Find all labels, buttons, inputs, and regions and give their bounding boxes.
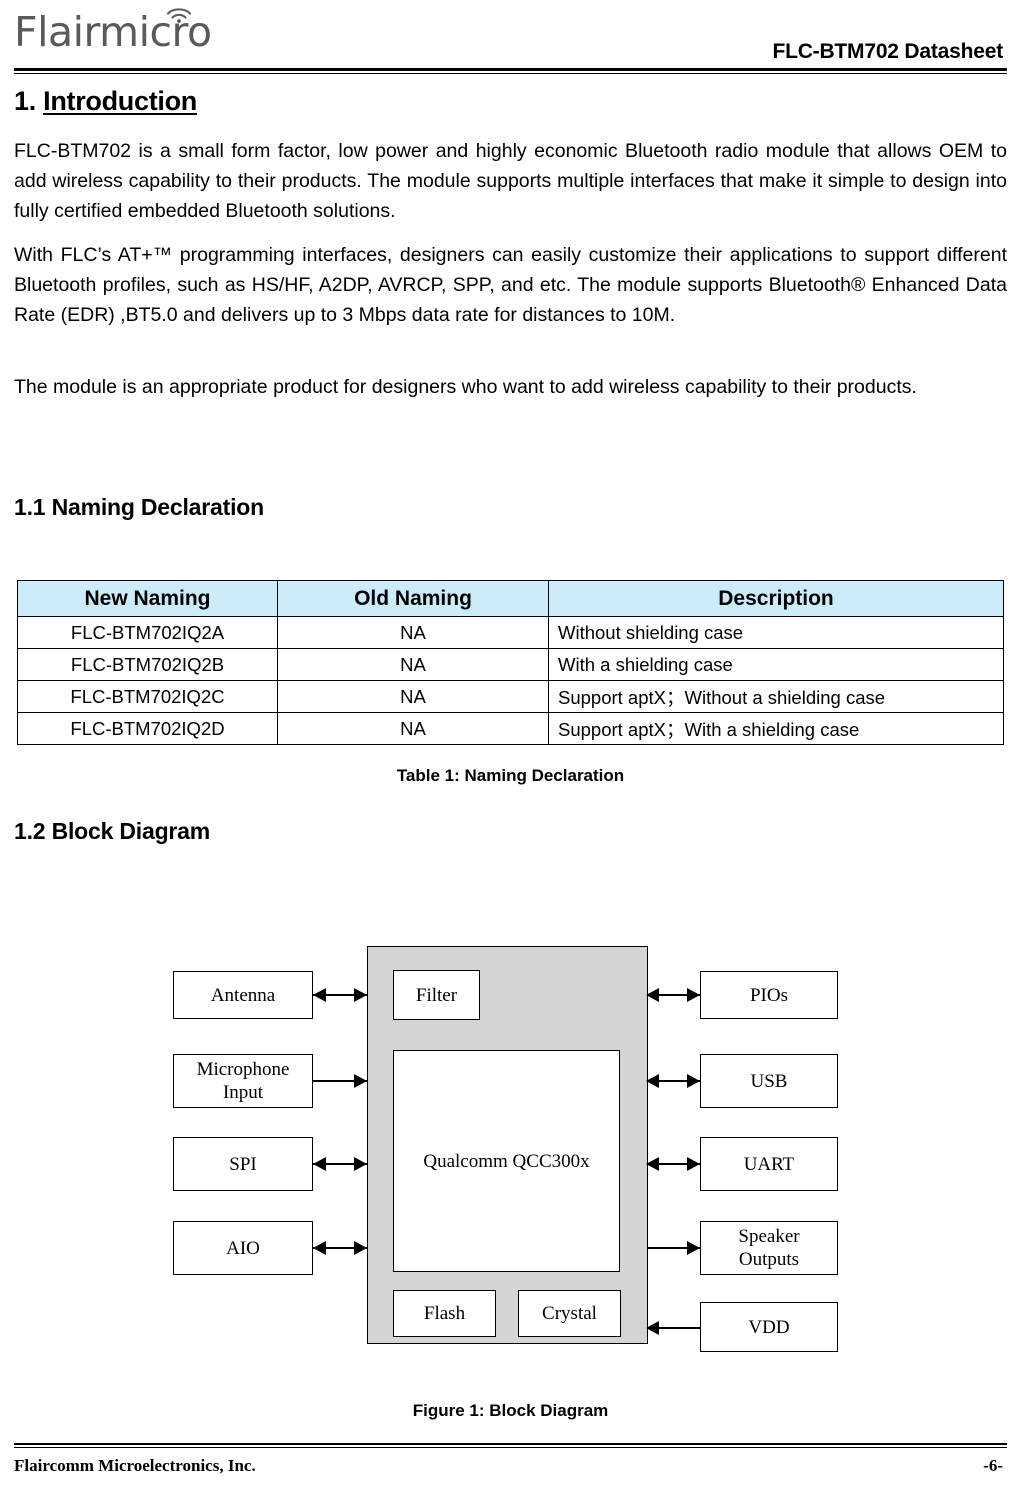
table-header-row: New Naming Old Naming Description xyxy=(17,580,1004,617)
column-header-old-naming: Old Naming xyxy=(277,580,549,617)
block-spi: SPI xyxy=(173,1137,313,1191)
footer-divider xyxy=(14,1443,1007,1448)
cell-new-naming: FLC-BTM702IQ2D xyxy=(17,712,278,745)
page-number: -6- xyxy=(983,1456,1003,1475)
arrow-antenna-right xyxy=(354,988,367,1002)
page-header: Flairmicro FLC-BTM702 Datasheet xyxy=(0,0,1021,82)
heading-naming-declaration: 1.1 Naming Declaration xyxy=(14,494,264,520)
datasheet-page: Flairmicro FLC-BTM702 Datasheet 1. Intro… xyxy=(0,0,1021,1489)
arrow-usb-left xyxy=(646,1074,659,1088)
block-aio: AIO xyxy=(173,1221,313,1275)
block-speaker-outputs-label-line1: Speaker xyxy=(738,1226,800,1247)
section-number: 1. xyxy=(14,86,44,116)
cell-description: Support aptX；Without a shielding case xyxy=(548,680,1004,713)
heading-block-diagram: 1.2 Block Diagram xyxy=(14,818,211,844)
cell-old-naming: NA xyxy=(277,616,549,649)
cell-description: With a shielding case xyxy=(548,648,1004,681)
arrow-uart-right xyxy=(687,1157,700,1171)
arrow-aio-right xyxy=(354,1241,367,1255)
column-header-new-naming: New Naming xyxy=(17,580,278,617)
table-row: FLC-BTM702IQ2A NA Without shielding case xyxy=(17,616,1004,649)
block-speaker-outputs: Speaker Outputs xyxy=(700,1221,838,1275)
header-divider xyxy=(14,68,1007,74)
block-usb-label: USB xyxy=(750,1070,788,1092)
cell-old-naming: NA xyxy=(277,712,549,745)
table-caption: Table 1: Naming Declaration xyxy=(396,766,625,785)
block-diagram-figure: Antenna Microphone Input SPI AIO Filter xyxy=(0,930,1021,1380)
arrow-spi-right xyxy=(354,1157,367,1171)
arrow-pios-right xyxy=(687,988,700,1002)
block-microphone-input-label-line1: Microphone xyxy=(196,1059,290,1080)
block-flash-label: Flash xyxy=(423,1303,466,1324)
block-pios: PIOs xyxy=(700,971,838,1019)
table-row: FLC-BTM702IQ2C NA Support aptX；Without a… xyxy=(17,680,1004,713)
arrow-uart-left xyxy=(646,1157,659,1171)
arrow-vdd-left xyxy=(646,1321,659,1335)
arrow-aio-left xyxy=(313,1241,326,1255)
block-filter: Filter xyxy=(393,970,480,1020)
block-microphone-input-label-line2: Input xyxy=(222,1082,264,1103)
table-row: FLC-BTM702IQ2B NA With a shielding case xyxy=(17,648,1004,681)
table-row: FLC-BTM702IQ2D NA Support aptX；With a sh… xyxy=(17,712,1004,745)
wifi-icon xyxy=(166,8,192,23)
cell-description: Without shielding case xyxy=(548,616,1004,649)
cell-new-naming: FLC-BTM702IQ2B xyxy=(17,648,278,681)
arrow-microphone-input-right xyxy=(354,1074,367,1088)
arrow-pios-left xyxy=(646,988,659,1002)
block-vdd: VDD xyxy=(700,1302,838,1352)
block-qualcomm-soc-label: Qualcomm QCC300x xyxy=(423,1150,590,1172)
block-crystal-label: Crystal xyxy=(542,1303,597,1324)
block-qualcomm-soc: Qualcomm QCC300x xyxy=(393,1050,620,1272)
cell-new-naming: FLC-BTM702IQ2A xyxy=(17,616,278,649)
section-title: Introduction xyxy=(43,86,197,116)
block-spi-label: SPI xyxy=(229,1153,257,1175)
block-filter-label: Filter xyxy=(415,984,458,1006)
naming-declaration-table: New Naming Old Naming Description FLC-BT… xyxy=(17,580,1004,745)
intro-paragraph-1: FLC-BTM702 is a small form factor, low p… xyxy=(14,140,1007,222)
cell-old-naming: NA xyxy=(277,648,549,681)
cell-description: Support aptX；With a shielding case xyxy=(548,712,1004,745)
block-pios-label: PIOs xyxy=(749,984,788,1006)
company-logo: Flairmicro xyxy=(14,6,244,58)
block-flash: Flash xyxy=(393,1290,496,1337)
cell-old-naming: NA xyxy=(277,680,549,713)
arrow-speaker-outputs-right xyxy=(687,1241,700,1255)
intro-paragraph-3: The module is an appropriate product for… xyxy=(14,376,917,398)
arrow-usb-right xyxy=(687,1074,700,1088)
block-speaker-outputs-label-line2: Outputs xyxy=(738,1249,800,1270)
page-title: 1. Introduction xyxy=(14,86,197,117)
arrow-spi-left xyxy=(313,1157,326,1171)
block-vdd-label: VDD xyxy=(748,1316,790,1338)
block-antenna-label: Antenna xyxy=(210,984,276,1006)
footer-company: Flaircomm Microelectronics, Inc. xyxy=(14,1456,256,1475)
cell-new-naming: FLC-BTM702IQ2C xyxy=(17,680,278,713)
block-uart-label: UART xyxy=(743,1153,795,1175)
block-aio-label: AIO xyxy=(226,1237,260,1259)
block-microphone-input: Microphone Input xyxy=(173,1054,313,1108)
arrow-antenna-left xyxy=(313,988,326,1002)
block-crystal: Crystal xyxy=(518,1290,621,1337)
block-usb: USB xyxy=(700,1054,838,1108)
column-header-description: Description xyxy=(548,580,1004,617)
document-title: FLC-BTM702 Datasheet xyxy=(772,40,1003,63)
block-uart: UART xyxy=(700,1137,838,1191)
block-antenna: Antenna xyxy=(173,971,313,1019)
figure-caption: Figure 1: Block Diagram xyxy=(412,1401,609,1420)
intro-paragraph-2: With FLC’s AT+™ programming interfaces, … xyxy=(14,244,1007,326)
